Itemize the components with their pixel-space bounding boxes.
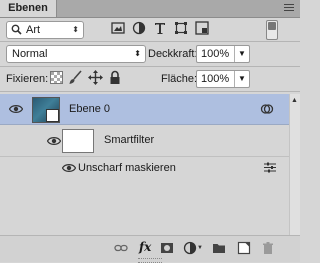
smart-filter-mask-thumbnail[interactable] bbox=[62, 129, 94, 153]
new-layer-icon[interactable] bbox=[237, 241, 251, 255]
layers-scrollbar[interactable]: ▲ bbox=[289, 94, 300, 235]
adjustment-layer-icon[interactable] bbox=[183, 241, 197, 255]
stepper-arrows-icon: ⬍ bbox=[134, 49, 141, 58]
blend-mode-value: Normal bbox=[12, 48, 48, 60]
chevron-down-icon: ▼ bbox=[197, 245, 203, 251]
lock-transparent-pixels-icon[interactable] bbox=[50, 71, 63, 84]
filter-shape-icon[interactable] bbox=[173, 20, 189, 36]
panel-footer: fx ▼ bbox=[0, 235, 300, 263]
tab-ebenen[interactable]: Ebenen bbox=[0, 0, 57, 17]
smart-filter-indicator-icon bbox=[260, 104, 274, 114]
search-icon bbox=[11, 24, 22, 35]
filter-kind-select[interactable]: Art ⬍ bbox=[6, 21, 84, 39]
smart-object-badge-icon bbox=[46, 109, 59, 122]
trash-icon[interactable] bbox=[261, 241, 275, 255]
divider bbox=[0, 91, 300, 92]
divider bbox=[0, 41, 300, 42]
fx-icon[interactable]: fx bbox=[139, 240, 151, 254]
blending-options-icon[interactable] bbox=[264, 162, 276, 173]
filter-pixel-icon[interactable] bbox=[110, 20, 126, 36]
lock-position-icon[interactable] bbox=[88, 70, 103, 85]
smart-filter-row[interactable]: Smartfilter bbox=[0, 125, 289, 157]
visibility-eye-icon[interactable] bbox=[62, 163, 76, 173]
fill-field[interactable]: 100% ▼ bbox=[196, 70, 250, 88]
lock-all-icon[interactable] bbox=[109, 70, 121, 85]
filter-effect-row[interactable]: Unscharf maskieren bbox=[0, 157, 289, 179]
opacity-label: Deckkraft: bbox=[148, 48, 198, 60]
fill-value: 100% bbox=[201, 73, 230, 85]
layer-name[interactable]: Ebene 0 bbox=[69, 102, 110, 116]
filter-adjustment-icon[interactable] bbox=[131, 20, 147, 36]
filter-type-icon[interactable] bbox=[152, 20, 168, 36]
panel-menu-icon[interactable] bbox=[284, 4, 294, 13]
stepper-arrows-icon: ⬍ bbox=[72, 25, 79, 34]
filter-toggle-switch[interactable] bbox=[266, 20, 278, 40]
panel-tab-bar: Ebenen bbox=[0, 0, 300, 18]
smart-filter-label: Smartfilter bbox=[104, 134, 155, 146]
fill-label: Fläche: bbox=[161, 73, 198, 85]
lock-label: Fixieren: bbox=[6, 73, 49, 85]
layer-row[interactable]: Ebene 0 bbox=[0, 94, 289, 125]
scroll-up-arrow-icon[interactable]: ▲ bbox=[291, 97, 298, 105]
chevron-down-icon[interactable]: ▼ bbox=[234, 71, 249, 87]
blend-mode-select[interactable]: Normal ⬍ bbox=[6, 45, 146, 63]
filter-kind-value: Art bbox=[26, 24, 41, 36]
visibility-eye-icon[interactable] bbox=[47, 136, 61, 146]
lock-image-pixels-icon[interactable] bbox=[68, 70, 83, 85]
opacity-value: 100% bbox=[201, 48, 230, 60]
divider bbox=[0, 66, 300, 67]
visibility-eye-icon[interactable] bbox=[9, 104, 23, 114]
chevron-down-icon[interactable]: ▼ bbox=[234, 46, 249, 62]
link-icon[interactable] bbox=[114, 241, 128, 255]
add-mask-icon[interactable] bbox=[160, 241, 174, 255]
folder-icon[interactable] bbox=[212, 241, 226, 255]
filter-smart-object-icon[interactable] bbox=[194, 20, 210, 36]
layers-panel: Ebenen Art ⬍ Normal ⬍ Deckkraft: 100% ▼ … bbox=[0, 0, 300, 263]
layers-list: Ebene 0 Smartfilter Unscharf maskieren ▲ bbox=[0, 94, 300, 235]
opacity-field[interactable]: 100% ▼ bbox=[196, 45, 250, 63]
filter-effect-name: Unscharf maskieren bbox=[78, 162, 176, 174]
